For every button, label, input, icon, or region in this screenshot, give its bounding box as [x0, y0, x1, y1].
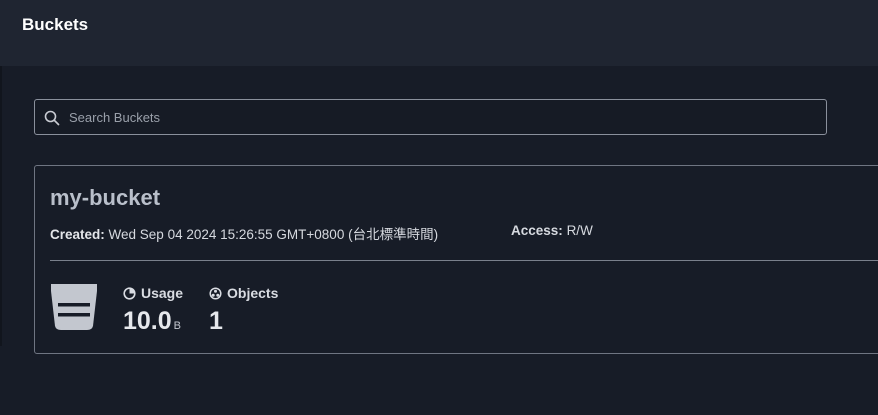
search-icon — [44, 110, 60, 126]
card-divider — [50, 260, 878, 261]
search-input[interactable] — [69, 100, 809, 134]
page-title: Buckets — [22, 15, 89, 34]
access-label: Access: — [511, 223, 563, 238]
bucket-created: Created: Wed Sep 04 2024 15:26:55 GMT+08… — [50, 223, 438, 243]
usage-unit: B — [173, 320, 182, 332]
bucket-icon — [50, 282, 98, 332]
usage-stat: Usage 10.0 B — [123, 285, 183, 336]
bucket-access: Access: R/W — [511, 223, 593, 238]
bucket-card[interactable]: my-bucket Created: Wed Sep 04 2024 15:26… — [34, 165, 878, 354]
usage-value: 10.0 — [123, 307, 172, 335]
usage-label: Usage — [141, 285, 184, 301]
objects-label: Objects — [227, 285, 279, 301]
created-value: Wed Sep 04 2024 15:26:55 GMT+0800 (台北標準時… — [108, 227, 439, 242]
access-value: R/W — [566, 223, 593, 238]
created-label: Created: — [50, 227, 105, 242]
left-edge-strip — [0, 66, 2, 346]
objects-stat: Objects 1 — [209, 285, 278, 336]
search-box[interactable] — [34, 99, 827, 135]
pie-chart-icon — [123, 286, 136, 300]
bucket-name-link[interactable]: my-bucket — [50, 185, 160, 211]
objects-value: 1 — [209, 307, 223, 335]
objects-icon — [209, 286, 222, 300]
header-bar: Buckets — [0, 0, 878, 66]
